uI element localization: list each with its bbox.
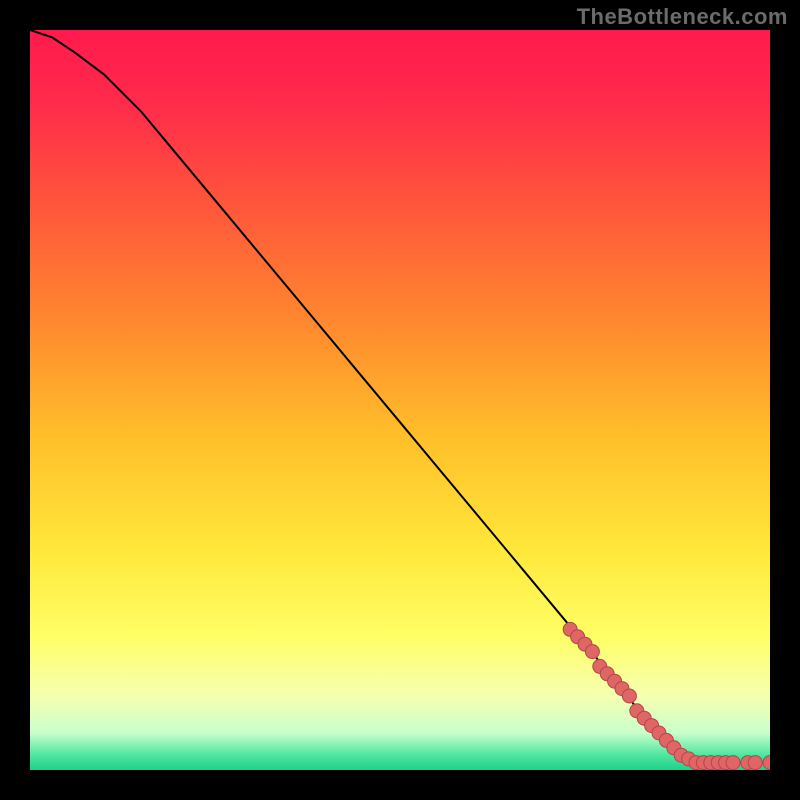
chart-svg (30, 30, 770, 770)
data-marker (726, 756, 740, 770)
gradient-background (30, 30, 770, 770)
chart-stage: TheBottleneck.com (0, 0, 800, 800)
data-marker (748, 756, 762, 770)
data-marker (622, 689, 636, 703)
data-marker (585, 645, 599, 659)
watermark-text: TheBottleneck.com (577, 4, 788, 30)
plot-area (30, 30, 770, 770)
